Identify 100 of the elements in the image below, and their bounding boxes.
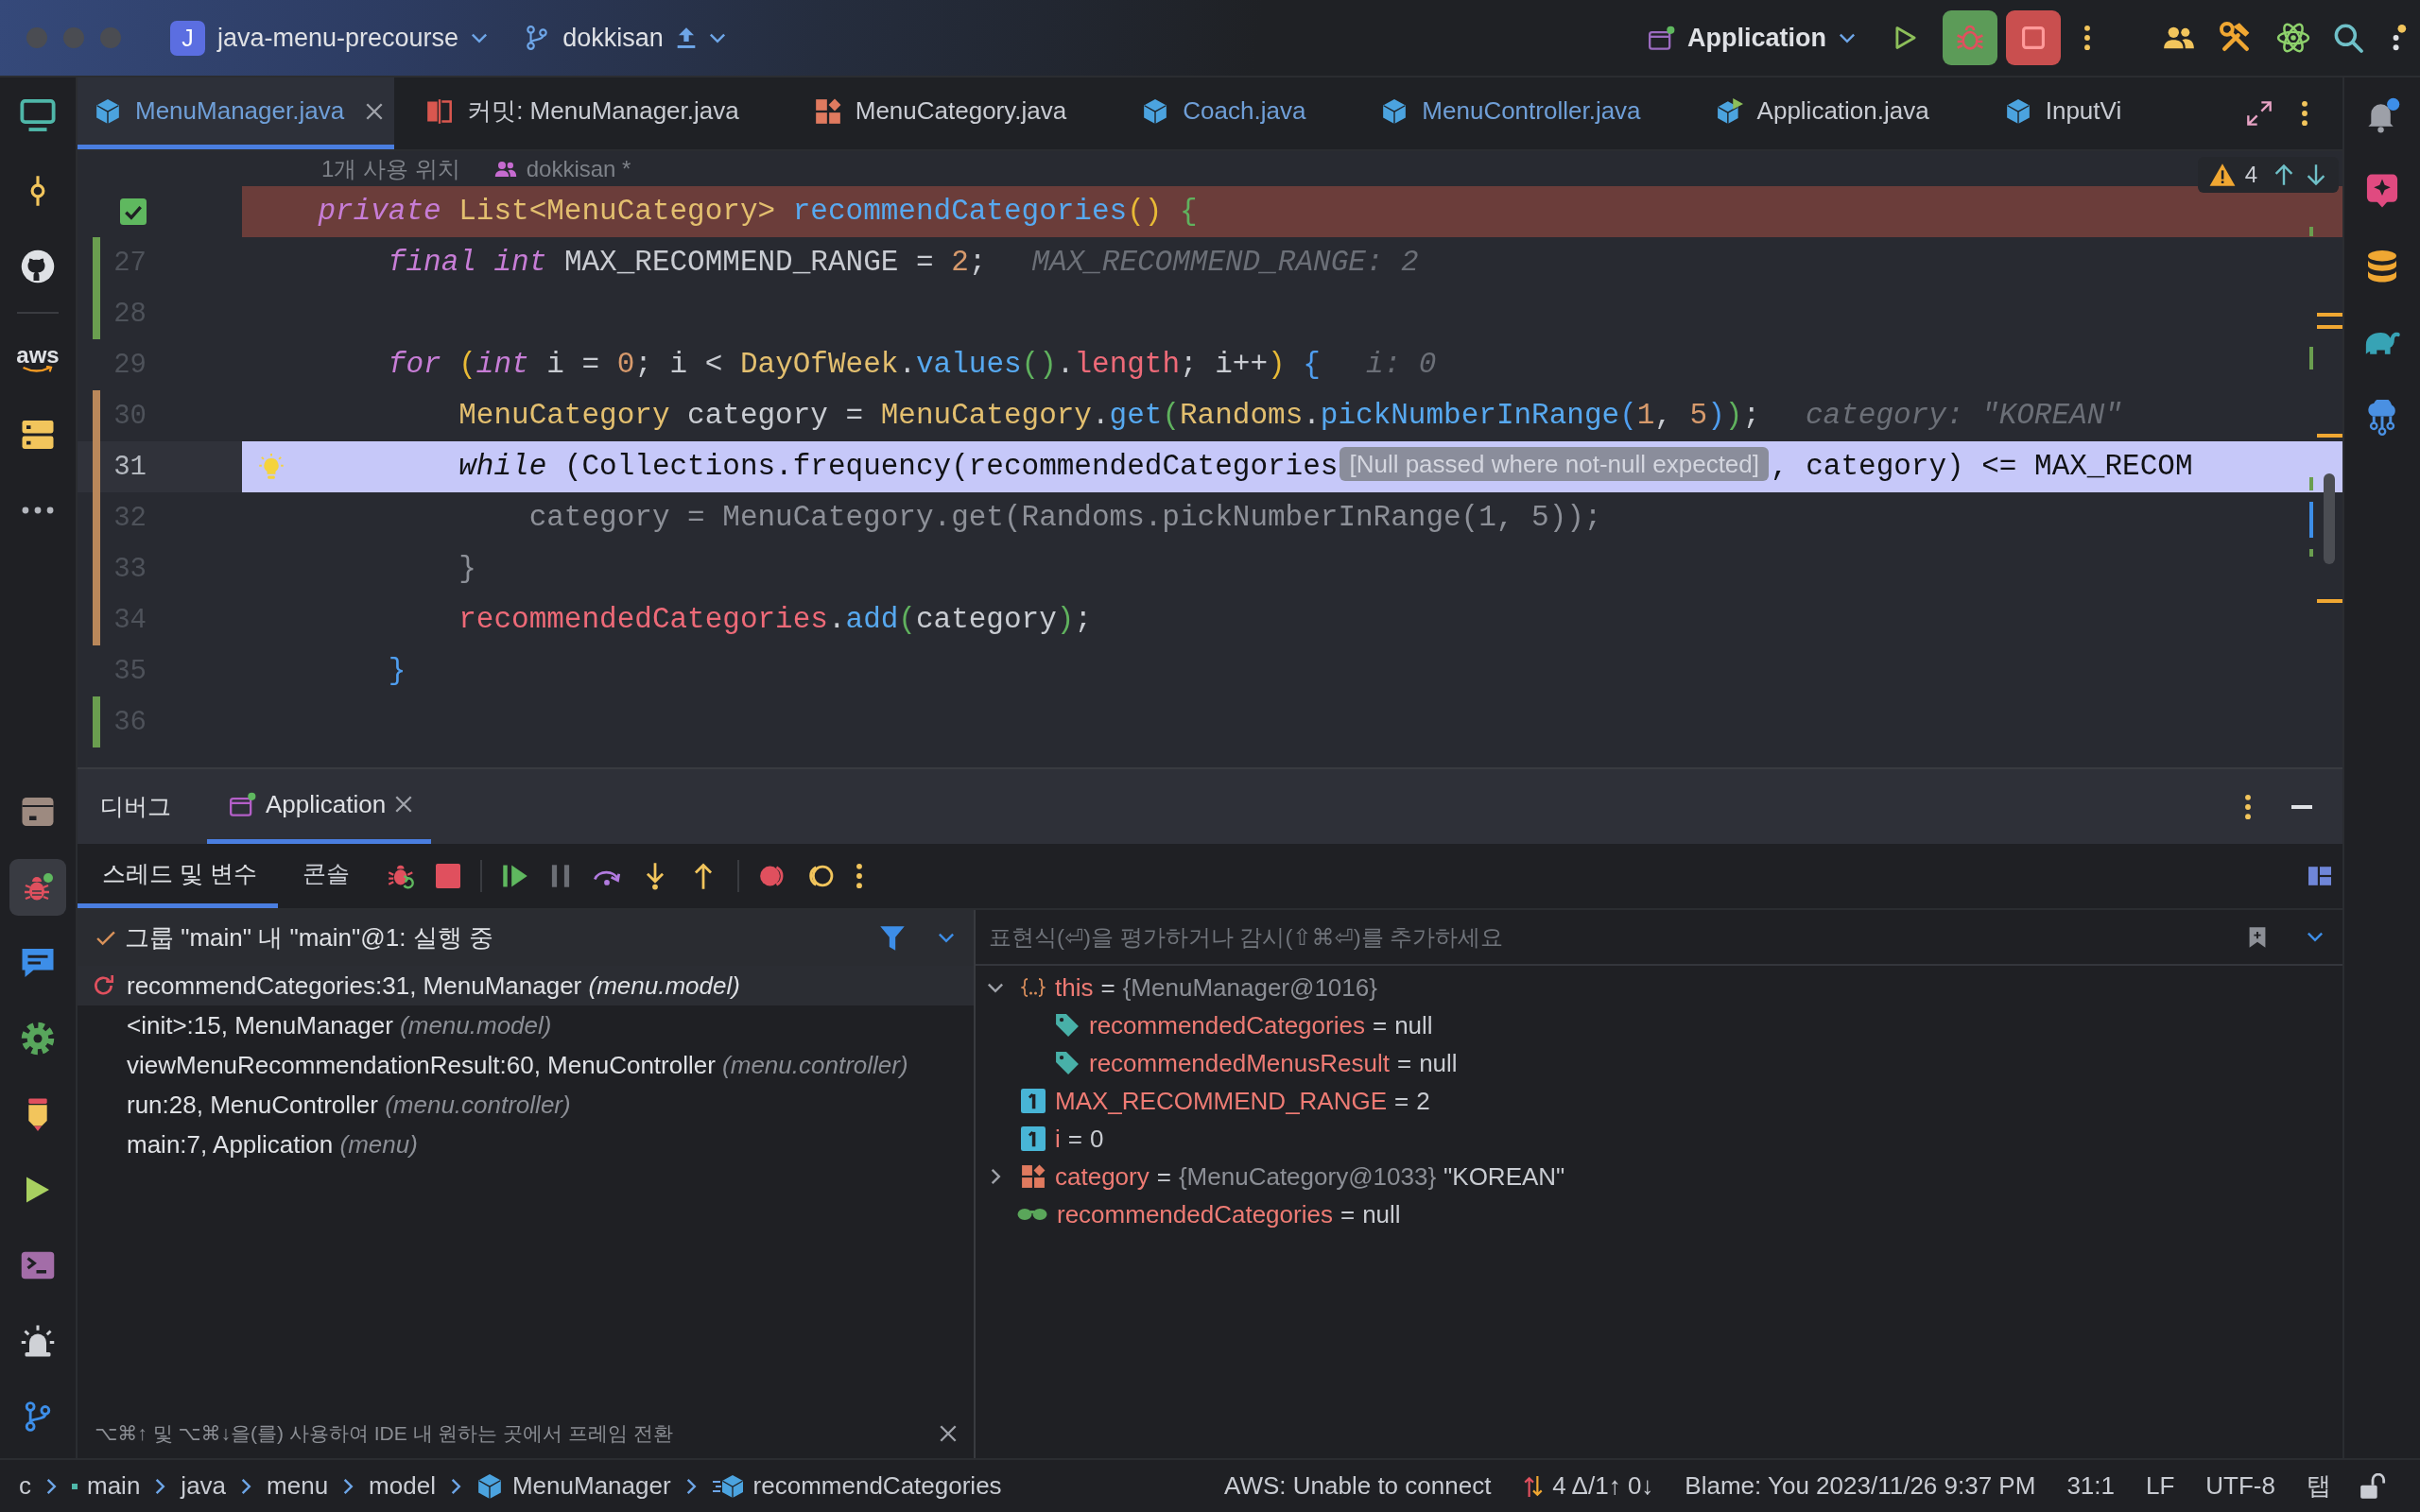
layout-icon[interactable]	[2308, 865, 2331, 887]
view-tab[interactable]: 콘솔	[277, 844, 371, 908]
stop-button[interactable]	[2006, 10, 2061, 65]
chevron-right-icon[interactable]	[990, 1168, 1001, 1185]
stop-icon[interactable]	[435, 864, 460, 888]
editor-tab[interactable]: 커밋: MenuManager.java	[394, 77, 783, 149]
chevron-down-icon[interactable]	[938, 933, 955, 943]
stack-frame[interactable]: recommendCategories:31, MenuManager (menu.model)	[127, 971, 740, 1001]
error-stripe-mark	[2317, 599, 2342, 603]
equals-sign: =	[1156, 1161, 1171, 1192]
gear-icon[interactable]	[21, 1022, 55, 1056]
breadcrumb-item[interactable]: menu	[267, 1471, 329, 1501]
variable-name: recommendedCategories	[1057, 1199, 1333, 1229]
evaluate-field[interactable]: 표현식(⏎)을 평가하거나 감시(⇧⌘⏎)를 추가하세요	[989, 916, 2227, 958]
more-icon[interactable]	[855, 863, 863, 889]
error-stripe-mark	[2309, 477, 2313, 490]
code-line: while (Collections.frequency(recommendedCategories	[458, 450, 1339, 483]
breadcrumb-item[interactable]: c	[19, 1471, 31, 1501]
refresh-icon	[93, 974, 115, 997]
breadcrumb-item[interactable]: java	[181, 1471, 227, 1501]
branch-selector[interactable]: dokkisan	[524, 11, 726, 64]
stack-frame[interactable]: main:7, Application (menu)	[127, 1129, 418, 1160]
error-stripe-mark	[2309, 347, 2313, 369]
more-icon[interactable]	[2083, 25, 2091, 51]
author-hint[interactable]: dokkisan *	[526, 155, 631, 182]
editor-tab[interactable]: Application.java	[1684, 77, 1973, 149]
editor-tab[interactable]: Coach.java	[1110, 77, 1350, 149]
archive-icon[interactable]	[21, 795, 55, 829]
status-bar-item[interactable]: 탭	[2307, 1469, 2331, 1503]
resume-icon[interactable]	[501, 863, 528, 889]
editor-tab[interactable]: MenuManager.java	[78, 77, 395, 149]
session-tab[interactable]: Application	[207, 769, 432, 844]
run-icon[interactable]	[1893, 26, 1918, 50]
inline-debug-value: i: 0	[1365, 348, 1437, 381]
equals-sign: =	[1394, 1086, 1409, 1116]
variable-value: null	[1419, 1048, 1458, 1078]
breadcrumb-item[interactable]: recommendCategories	[711, 1471, 1002, 1501]
variable-name: i	[1055, 1124, 1061, 1154]
sparkle-icon[interactable]	[2364, 173, 2400, 209]
project-selector[interactable]: J java-menu-precourse	[170, 11, 489, 64]
minimize-icon[interactable]	[2291, 804, 2312, 809]
status-bar-item[interactable]: UTF-8	[2205, 1471, 2275, 1501]
variable-value: "KOREAN"	[1443, 1161, 1565, 1192]
check-square-icon[interactable]	[120, 198, 147, 225]
variable-value: 2	[1416, 1086, 1430, 1116]
status-bar-item[interactable]: AWS: Unable to connect	[1224, 1471, 1492, 1501]
database-icon[interactable]	[2365, 249, 2399, 284]
chevron-down-icon[interactable]	[2307, 932, 2324, 942]
chevron-down-icon[interactable]	[987, 982, 1004, 993]
debug-button[interactable]	[1943, 10, 1997, 65]
monitor-icon[interactable]	[20, 97, 56, 133]
close-icon[interactable]	[366, 102, 384, 120]
warning-count: 4	[2244, 162, 2257, 188]
inspection-widget[interactable]: 4	[2197, 157, 2339, 193]
equals-sign: =	[1396, 1048, 1412, 1078]
atom-icon[interactable]	[2276, 21, 2310, 55]
usage-hint[interactable]: 1개 사용 위치	[321, 153, 460, 184]
stack-frame[interactable]: <init>:15, MenuManager (menu.model)	[127, 1010, 552, 1040]
more-icon[interactable]	[2301, 100, 2308, 127]
editor-tab[interactable]: InputVi	[1972, 77, 2122, 149]
scrollbar-thumb[interactable]	[2324, 473, 2335, 564]
chevron-down-icon	[1839, 32, 1856, 43]
breadcrumb-item[interactable]: main	[72, 1471, 141, 1501]
aws-logo[interactable]: aws	[16, 344, 60, 374]
error-stripe-mark	[2309, 502, 2313, 538]
search-icon[interactable]	[2333, 23, 2363, 53]
bug-icon[interactable]	[9, 859, 66, 916]
arrow-up-icon[interactable]	[2273, 163, 2295, 186]
cube-icon	[475, 1472, 503, 1500]
stack-frame[interactable]: viewMenuRecommendationResult:60, MenuController (menu.controller)	[127, 1050, 908, 1080]
close-icon[interactable]	[940, 1425, 957, 1442]
list-icon[interactable]	[21, 418, 55, 452]
inlay-warning: [Null passed where not-null expected]	[1340, 447, 1769, 481]
status-bar-item[interactable]: 4 Δ/1↑ 0↓	[1522, 1471, 1654, 1501]
editor-tab[interactable]: MenuController.java	[1349, 77, 1685, 149]
ellipsis-icon[interactable]	[22, 507, 54, 514]
github-icon[interactable]	[21, 249, 55, 284]
close-icon[interactable]	[395, 796, 413, 813]
chevron-right-icon	[46, 1477, 57, 1495]
expand-icon[interactable]	[2246, 100, 2273, 127]
hint-text: ⌥⌘↑ 및 ⌥⌘↓을(를) 사용하여 IDE 내 원하는 곳에서 프레임 전환	[95, 1421, 673, 1446]
variable-value: null	[1394, 1010, 1433, 1040]
arrow-down-icon[interactable]	[2305, 163, 2327, 186]
code-line: category = MenuCategory.get(Randoms.pickNumberInRange(1, 5));	[528, 501, 1602, 534]
filter-icon[interactable]	[879, 924, 906, 952]
variable-name: recommendedCategories	[1089, 1010, 1365, 1040]
breadcrumb-item[interactable]: model	[369, 1471, 436, 1501]
status-bar-item[interactable]: 31:1	[2066, 1471, 2115, 1501]
status-bar-item[interactable]: LF	[2146, 1471, 2175, 1501]
tools-icon[interactable]	[2220, 22, 2252, 54]
editor-tab[interactable]: MenuCategory.java	[782, 77, 1111, 149]
status-bar-item[interactable]: Blame: You 2023/11/26 9:37 PM	[1685, 1471, 2036, 1501]
open-lock-icon[interactable]	[2360, 1472, 2386, 1500]
run-config-selector[interactable]: Application	[1649, 11, 1856, 64]
breadcrumb-item[interactable]: MenuManager	[475, 1471, 671, 1501]
stack-frame[interactable]: run:28, MenuController (menu.controller)	[127, 1090, 571, 1120]
more-icon[interactable]	[2244, 793, 2252, 820]
siren-icon[interactable]	[21, 1324, 55, 1358]
code-line: private List<MenuCategory> recommendCategories() {	[318, 195, 1198, 228]
dots-icon[interactable]	[2392, 24, 2407, 52]
